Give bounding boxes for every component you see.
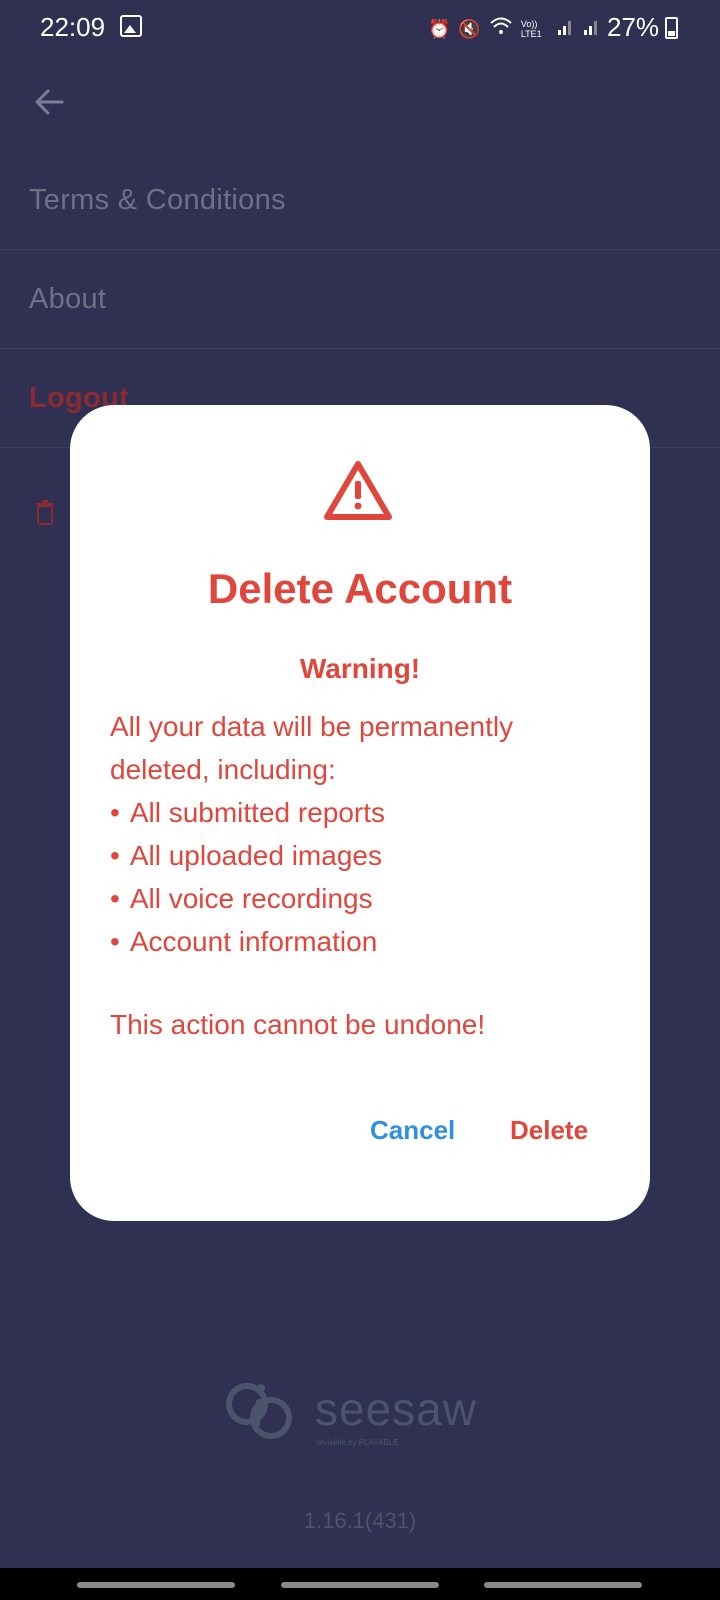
dialog-warning: Warning!: [299, 653, 421, 684]
menu-item-label: About: [29, 283, 107, 315]
menu-item-about[interactable]: About: [0, 251, 720, 349]
list-item: All submitted reports: [110, 791, 630, 834]
battery-percent: 27%: [607, 12, 660, 42]
dialog-intro-line: deleted, including:: [110, 754, 336, 785]
menu-item-terms[interactable]: Terms & Conditions: [0, 152, 720, 250]
wifi-icon: [489, 16, 513, 41]
dialog-intro-line: All your data will be permanently: [110, 711, 514, 742]
dialog-final-warning: This action cannot be undone!: [110, 1009, 486, 1040]
app-version: 1.16.1(431): [303, 1508, 417, 1533]
mute-icon: 🔇: [458, 18, 481, 39]
volte-label: Vo)) LTE1: [520, 18, 542, 39]
seesaw-logo: seesaw Invisible by PLAYABLE: [225, 1378, 495, 1458]
logo-text: seesaw: [315, 1383, 477, 1435]
cancel-button[interactable]: Cancel: [370, 1115, 455, 1146]
logo-subtext: Invisible by PLAYABLE: [317, 1438, 399, 1447]
status-icons: ⏰ 🔇 Vo)) LTE1: [428, 16, 601, 41]
system-nav-bar: [0, 1568, 720, 1600]
warning-icon: [324, 461, 392, 520]
signal-icon-1: [557, 16, 575, 41]
delete-account-dialog: Delete Account Warning! All your data wi…: [70, 405, 650, 1221]
list-item: All voice recordings: [110, 877, 630, 920]
nav-back-button[interactable]: [484, 1582, 642, 1588]
nav-home-button[interactable]: [281, 1582, 439, 1588]
list-item: All uploaded images: [110, 834, 630, 877]
battery-icon: [665, 17, 678, 39]
status-bar: 22:09 ⏰ 🔇 Vo)) LTE1 27%: [0, 0, 720, 56]
trash-icon: [36, 500, 54, 526]
back-button[interactable]: [30, 82, 70, 122]
delete-button[interactable]: Delete: [510, 1115, 588, 1146]
signal-icon-2: [583, 16, 601, 41]
dialog-body: All your data will be permanently delete…: [110, 705, 630, 963]
status-time: 22:09: [40, 12, 106, 42]
list-item: Account information: [110, 920, 630, 963]
gallery-notification-icon: [120, 15, 142, 37]
seesaw-logo-icon: [226, 1383, 292, 1439]
alarm-icon: ⏰: [428, 18, 451, 39]
nav-recents-button[interactable]: [77, 1582, 235, 1588]
menu-item-label: Terms & Conditions: [29, 184, 286, 216]
arrow-left-icon: [35, 89, 64, 115]
dialog-title: Delete Account: [207, 565, 513, 612]
